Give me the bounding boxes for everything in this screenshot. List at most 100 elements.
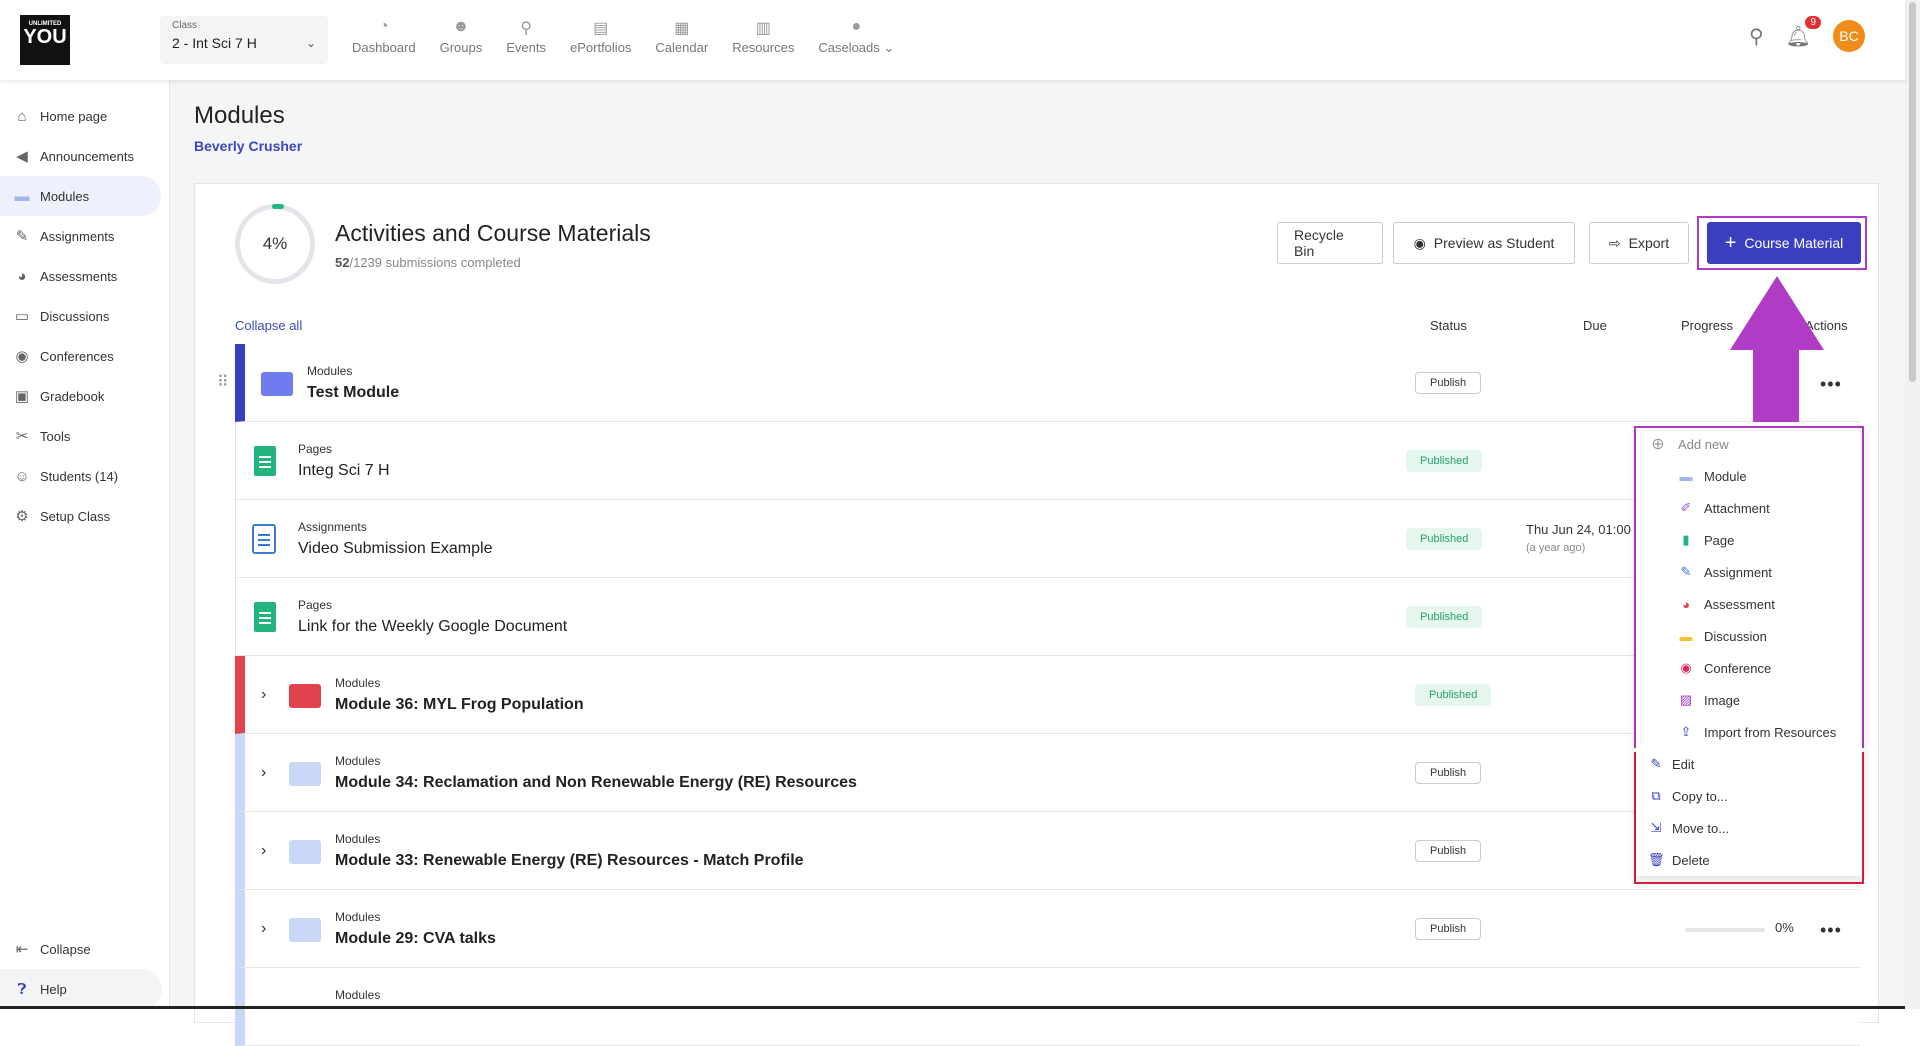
class-selector[interactable]: Class 2 - Int Sci 7 H ⌄ xyxy=(160,16,328,64)
list-item[interactable]: Pages Link for the Weekly Google Documen… xyxy=(235,578,1860,656)
sidebar-item-assessments[interactable]: ◕Assessments xyxy=(0,256,161,296)
status-badge[interactable]: Publish xyxy=(1415,840,1481,862)
sidebar-item-announcements[interactable]: ◀Announcements xyxy=(0,136,161,176)
page-icon xyxy=(254,602,276,632)
submissions-completed: 52/1239 submissions completed xyxy=(335,255,521,270)
menu-delete[interactable]: 🗑︎Delete xyxy=(1636,844,1862,876)
status-badge[interactable]: Published xyxy=(1406,606,1482,628)
menu-add-page[interactable]: ▮Page xyxy=(1636,524,1862,556)
list-item[interactable]: › Modules Module 36: MYL Frog Population… xyxy=(235,656,1860,734)
conference-icon: ◉ xyxy=(12,347,32,365)
status-badge[interactable]: Publish xyxy=(1415,762,1481,784)
more-actions-icon[interactable]: ••• xyxy=(1820,920,1842,941)
status-badge[interactable]: Published xyxy=(1415,684,1491,706)
conference-icon: ◉ xyxy=(1678,660,1694,676)
page-icon: ▮ xyxy=(1678,532,1694,548)
chevron-right-icon[interactable]: › xyxy=(261,686,266,704)
assignment-icon: ✎ xyxy=(1678,564,1694,580)
arrow-shaft xyxy=(1753,350,1799,422)
menu-edit[interactable]: ✎Edit xyxy=(1636,748,1862,780)
list-item[interactable]: Pages Integ Sci 7 H Published xyxy=(235,422,1860,500)
sidebar-collapse[interactable]: ⇤Collapse xyxy=(0,929,162,969)
menu-add-assignment[interactable]: ✎Assignment xyxy=(1636,556,1862,588)
collapse-all-link[interactable]: Collapse all xyxy=(235,318,302,333)
chevron-right-icon[interactable]: › xyxy=(261,764,266,782)
sidebar-item-conferences[interactable]: ◉Conferences xyxy=(0,336,161,376)
highlight-course-material xyxy=(1697,216,1867,270)
page-subtitle[interactable]: Beverly Crusher xyxy=(194,138,302,154)
list-item[interactable]: Assignments Video Submission Example Pub… xyxy=(235,500,1860,578)
notifications-bell-icon[interactable]: 🔔︎9 xyxy=(1786,24,1811,49)
megaphone-icon: ◀ xyxy=(12,147,32,165)
user-avatar[interactable]: BC xyxy=(1833,20,1865,52)
menu-add-assessment[interactable]: ◕Assessment xyxy=(1636,588,1862,620)
assessment-icon: ◕ xyxy=(1678,597,1694,612)
upload-icon: ⇪ xyxy=(1678,724,1694,740)
search-icon[interactable]: ⚲ xyxy=(1749,24,1764,49)
due-date: Thu Jun 24, 01:00(a year ago) xyxy=(1526,522,1631,556)
caseloads-icon: ● xyxy=(818,18,894,40)
menu-add-image[interactable]: ▨Image xyxy=(1636,684,1862,716)
menu-add-discussion[interactable]: ▬Discussion xyxy=(1636,620,1862,652)
export-button[interactable]: ⇨Export xyxy=(1589,222,1689,264)
status-badge[interactable]: Published xyxy=(1406,528,1482,550)
column-status: Status xyxy=(1430,318,1467,333)
preview-as-student-button[interactable]: ◉Preview as Student xyxy=(1393,222,1575,264)
menu-copy-to[interactable]: ⧉Copy to... xyxy=(1636,780,1862,812)
chevron-right-icon[interactable]: › xyxy=(261,842,266,860)
folder-icon xyxy=(289,762,321,786)
app-logo[interactable]: UNLIMITED YOU xyxy=(20,15,70,65)
sidebar-item-students[interactable]: ☺Students (14) xyxy=(0,456,161,496)
sidebar-item-setup-class[interactable]: ⚙Setup Class xyxy=(0,496,161,536)
list-item[interactable]: › Modules Module 29: CVA talks Publish 0… xyxy=(235,890,1860,968)
list-item[interactable]: ⠿ Modules Test Module Publish ••• xyxy=(235,344,1860,422)
discussion-icon: ▬ xyxy=(1678,629,1694,644)
sidebar-item-modules[interactable]: ▬Modules xyxy=(0,176,161,216)
folder-icon xyxy=(261,372,293,396)
status-badge[interactable]: Publish xyxy=(1415,918,1481,940)
drag-handle-icon[interactable]: ⠿ xyxy=(217,372,229,392)
nav-calendar[interactable]: ▦Calendar xyxy=(643,18,720,56)
menu-move-to[interactable]: ⇲Move to... xyxy=(1636,812,1862,844)
sidebar-item-gradebook[interactable]: ▣Gradebook xyxy=(0,376,161,416)
assignment-icon xyxy=(252,524,276,554)
gradebook-icon: ▣ xyxy=(12,387,32,405)
home-icon: ⌂ xyxy=(12,108,32,125)
more-actions-icon[interactable]: ••• xyxy=(1820,374,1842,395)
list-item[interactable]: › Modules Module 33: Renewable Energy (R… xyxy=(235,812,1860,890)
menu-add-conference[interactable]: ◉Conference xyxy=(1636,652,1862,684)
nav-caseloads[interactable]: ●Caseloads ⌄ xyxy=(806,18,906,56)
sidebar-item-tools[interactable]: ✂Tools xyxy=(0,416,161,456)
top-right-tools: ⚲ 🔔︎9 BC xyxy=(1749,20,1865,52)
menu-import-from-resources[interactable]: ⇪Import from Resources xyxy=(1636,716,1862,748)
menu-add-module[interactable]: ▬Module xyxy=(1636,460,1862,492)
dashboard-icon: ◔ xyxy=(352,18,416,40)
scrollbar[interactable] xyxy=(1905,0,1920,1009)
folder-icon xyxy=(289,840,321,864)
page-title: Modules xyxy=(194,102,285,130)
nav-events[interactable]: ⚲Events xyxy=(494,18,558,56)
sidebar-item-assignments[interactable]: ✎Assignments xyxy=(0,216,161,256)
sidebar-item-home[interactable]: ⌂Home page xyxy=(0,96,161,136)
plus-circle-icon: ⊕ xyxy=(1650,434,1666,454)
chevron-down-icon: ⌄ xyxy=(306,36,316,50)
sidebar-help[interactable]: ❓︎Help xyxy=(0,969,162,1009)
sidebar-bottom: ⇤Collapse ❓︎Help xyxy=(0,929,170,1009)
nav-eportfolios[interactable]: ▤ePortfolios xyxy=(558,18,643,56)
sidebar-item-discussions[interactable]: ▭Discussions xyxy=(0,296,161,336)
nav-dashboard[interactable]: ◔Dashboard xyxy=(340,18,428,56)
progress-ring: 4% xyxy=(235,204,315,284)
menu-add-attachment[interactable]: ✐Attachment xyxy=(1636,492,1862,524)
pencil-icon: ✎ xyxy=(1648,756,1664,772)
list-item[interactable]: › Modules Module 34: Reclamation and Non… xyxy=(235,734,1860,812)
status-badge[interactable]: Publish xyxy=(1415,372,1481,394)
status-badge[interactable]: Published xyxy=(1406,450,1482,472)
nav-resources[interactable]: ▥Resources xyxy=(720,18,806,56)
nav-groups[interactable]: ☻Groups xyxy=(428,18,495,56)
recycle-bin-button[interactable]: Recycle Bin xyxy=(1277,222,1383,264)
chevron-right-icon[interactable]: › xyxy=(261,920,266,938)
assignment-icon: ✎ xyxy=(12,227,32,245)
assessment-icon: ◕ xyxy=(12,268,32,285)
trash-icon: 🗑︎ xyxy=(1648,852,1664,868)
chevron-down-icon: ⌄ xyxy=(883,40,894,55)
